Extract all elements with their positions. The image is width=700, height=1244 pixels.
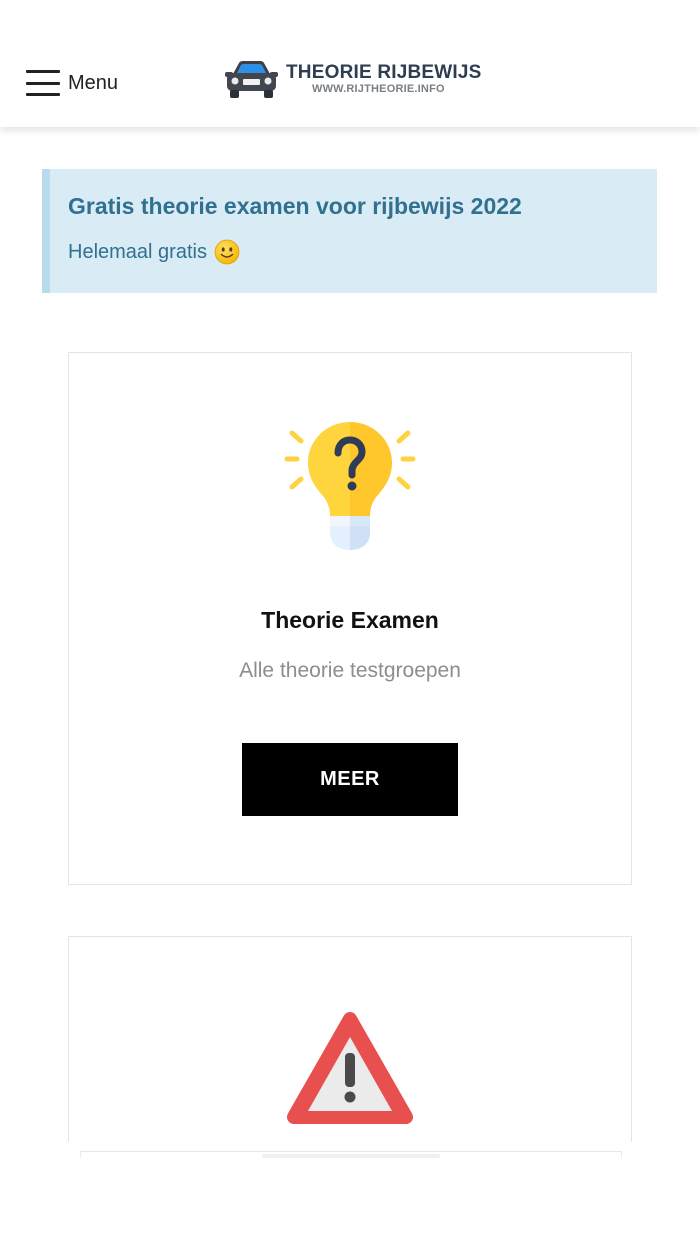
lightbulb-question-icon: [284, 422, 416, 550]
hamburger-icon: [26, 70, 60, 96]
page: Menu THEORIE RIJBEWIJS WWW.RIJTHEORIE.IN…: [0, 0, 700, 1244]
notice-text-row: Helemaal gratis: [68, 239, 240, 265]
theorie-examen-card: Theorie Examen Alle theorie testgroepen …: [68, 352, 632, 885]
warning-triangle-icon: [287, 1012, 413, 1124]
card-title: Theorie Examen: [261, 607, 439, 633]
car-icon: [225, 61, 278, 98]
bottom-overlay: [0, 1142, 700, 1244]
logo-subtitle: WWW.RIJTHEORIE.INFO: [312, 83, 445, 95]
info-notice: Gratis theorie examen voor rijbewijs 202…: [42, 169, 657, 293]
logo-title: THEORIE RIJBEWIJS: [286, 62, 482, 83]
smiley-icon: [214, 239, 240, 265]
menu-label: Menu: [68, 71, 119, 94]
partial-element: [262, 1154, 440, 1158]
site-logo[interactable]: THEORIE RIJBEWIJS WWW.RIJTHEORIE.INFO: [225, 58, 482, 100]
card-subtitle: Alle theorie testgroepen: [239, 659, 461, 682]
meer-button[interactable]: MEER: [242, 743, 458, 816]
notice-title: Gratis theorie examen voor rijbewijs 202…: [68, 193, 522, 219]
top-header: Menu THEORIE RIJBEWIJS WWW.RIJTHEORIE.IN…: [0, 0, 700, 127]
notice-text: Helemaal gratis: [68, 240, 207, 263]
menu-button[interactable]: Menu: [26, 66, 118, 100]
